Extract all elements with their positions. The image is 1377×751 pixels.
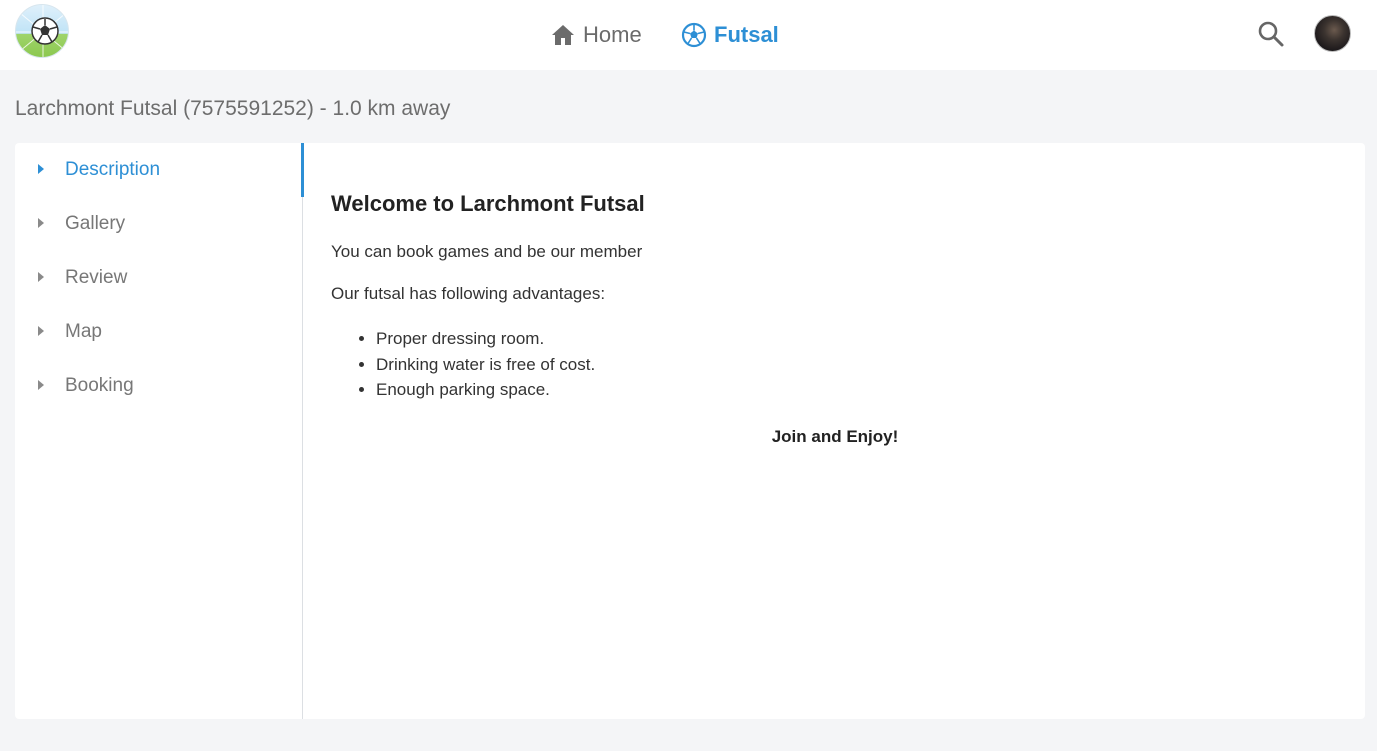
- list-item: Enough parking space.: [376, 377, 1341, 403]
- description-intro: You can book games and be our member: [331, 242, 643, 261]
- sidebar-menu: Description Gallery Review Map Booking: [15, 143, 304, 719]
- list-item: Drinking water is free of cost.: [376, 352, 1341, 378]
- caret-right-icon: [38, 380, 44, 390]
- sidebar-item-label: Map: [65, 321, 102, 342]
- nav-home-link[interactable]: Home: [550, 0, 642, 70]
- top-navbar: Home Futsal: [0, 0, 1377, 70]
- description-heading: Welcome to Larchmont Futsal: [331, 191, 645, 216]
- advantages-list: Proper dressing room. Drinking water is …: [376, 326, 1341, 403]
- advantages-intro: Our futsal has following advantages:: [331, 284, 606, 303]
- user-avatar[interactable]: [1314, 15, 1351, 52]
- sidebar-item-booking[interactable]: Booking: [15, 359, 302, 413]
- nav-futsal-link[interactable]: Futsal: [681, 0, 779, 70]
- nav-futsal-label: Futsal: [714, 22, 779, 47]
- sidebar-item-label: Booking: [65, 375, 134, 396]
- sidebar-item-map[interactable]: Map: [15, 305, 302, 359]
- caret-right-icon: [38, 164, 44, 174]
- sidebar-item-label: Description: [65, 159, 161, 180]
- soccer-ball-icon: [681, 22, 707, 48]
- sidebar-item-review[interactable]: Review: [15, 251, 302, 305]
- soccer-ball-logo-icon[interactable]: [15, 4, 69, 58]
- closing-text: Join and Enjoy!: [771, 426, 899, 446]
- description-panel: Welcome to Larchmont Futsal You can book…: [331, 191, 1341, 447]
- list-item: Proper dressing room.: [376, 326, 1341, 352]
- futsal-detail-card: Description Gallery Review Map Booking W…: [15, 143, 1365, 719]
- sidebar-item-label: Gallery: [65, 213, 126, 234]
- caret-right-icon: [38, 272, 44, 282]
- nav-home-label: Home: [583, 22, 642, 47]
- home-icon: [550, 22, 576, 48]
- caret-right-icon: [38, 218, 44, 228]
- page-title: Larchmont Futsal (7575591252) - 1.0 km a…: [15, 97, 451, 120]
- sidebar-item-label: Review: [65, 267, 128, 288]
- search-icon[interactable]: [1256, 19, 1286, 49]
- caret-right-icon: [38, 326, 44, 336]
- sidebar-item-description[interactable]: Description: [15, 143, 304, 197]
- sidebar-item-gallery[interactable]: Gallery: [15, 197, 302, 251]
